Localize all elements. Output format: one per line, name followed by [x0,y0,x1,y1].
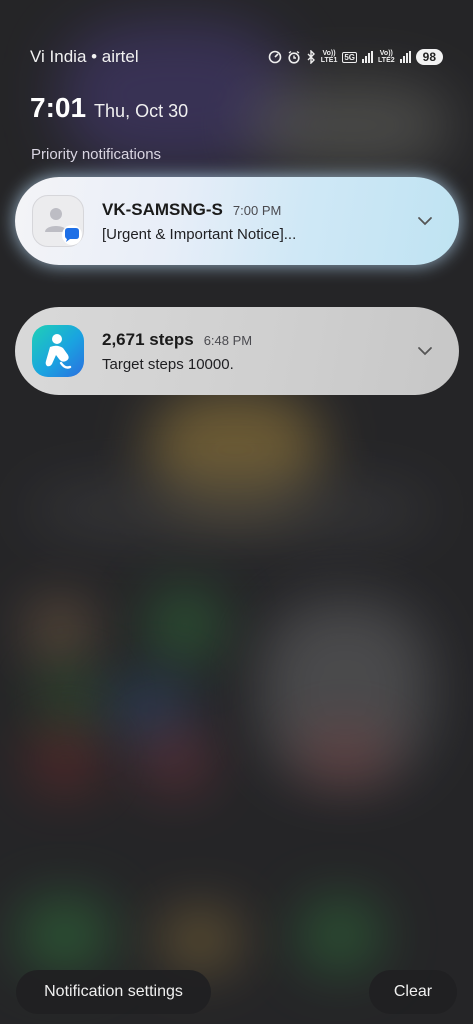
status-bar: Vi India • airtel Vo)) LTE1 5G Vo)) LTE2… [30,44,443,70]
notification-body: Target steps 10000. [102,355,234,373]
signal-sim2-icon [399,51,411,63]
notification-time: 7:00 PM [232,202,282,218]
clock-time: 7:01 [30,92,87,123]
notification-body: [Urgent & Important Notice]... [102,225,297,243]
clear-button[interactable]: Clear [369,970,457,1014]
alarm-icon [287,50,301,64]
battery-level: 98 [415,49,443,65]
notification-card-message[interactable]: VK-SAMSNG-S 7:00 PM [Urgent & Important … [15,177,459,265]
priority-notifications-label: Priority notifications [31,146,162,163]
notification-title: 2,671 steps [102,329,194,349]
status-icons: Vo)) LTE1 5G Vo)) LTE2 98 [268,49,443,65]
lockscreen-clock: 7:01 Thu, Oct 30 [30,92,188,124]
notification-card-steps[interactable]: 2,671 steps 6:48 PM Target steps 10000. [15,307,459,395]
volte-sim1-icon: Vo)) LTE1 [320,50,338,64]
expand-chevron-icon[interactable] [405,331,445,371]
expand-chevron-icon[interactable] [405,201,445,241]
notification-settings-button[interactable]: Notification settings [16,970,211,1014]
carrier-label: Vi India • airtel [30,47,139,66]
notification-title: VK-SAMSNG-S [102,199,223,219]
network-5g-icon: 5G [342,51,358,63]
messages-icon [32,195,84,247]
notification-time: 6:48 PM [203,332,253,348]
samsung-health-icon [32,325,84,377]
clock-date: Thu, Oct 30 [94,101,189,121]
signal-sim1-icon [362,51,374,63]
data-saver-icon [268,50,282,64]
notification-content: 2,671 steps 6:48 PM Target steps 10000. [102,330,405,373]
notification-content: VK-SAMSNG-S 7:00 PM [Urgent & Important … [102,200,405,243]
volte-sim2-icon: Vo)) LTE2 [378,50,395,64]
bluetooth-icon [306,50,316,64]
